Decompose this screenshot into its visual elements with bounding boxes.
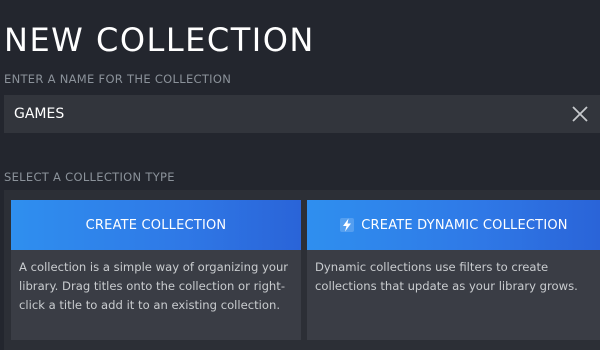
create-dynamic-collection-label: CREATE DYNAMIC COLLECTION <box>361 217 568 233</box>
create-collection-label: CREATE COLLECTION <box>85 217 227 233</box>
standard-collection-card: CREATE COLLECTION A collection is a simp… <box>11 200 301 340</box>
name-label: ENTER A NAME FOR THE COLLECTION <box>4 72 232 86</box>
lightning-bolt-icon <box>340 218 355 232</box>
create-dynamic-collection-button[interactable]: CREATE DYNAMIC COLLECTION <box>307 200 600 250</box>
standard-collection-description: A collection is a simple way of organizi… <box>11 250 301 340</box>
dynamic-collection-card: CREATE DYNAMIC COLLECTION Dynamic collec… <box>307 200 600 340</box>
collection-type-panel: CREATE COLLECTION A collection is a simp… <box>4 190 600 350</box>
collection-name-input[interactable] <box>4 95 554 133</box>
dynamic-collection-description: Dynamic collections use filters to creat… <box>307 250 600 340</box>
dialog-title: NEW COLLECTION <box>4 21 315 59</box>
close-icon <box>572 106 588 122</box>
clear-name-button[interactable] <box>570 104 590 124</box>
name-input-container <box>4 95 600 133</box>
create-collection-button[interactable]: CREATE COLLECTION <box>11 200 301 250</box>
collection-type-label: SELECT A COLLECTION TYPE <box>4 170 175 184</box>
